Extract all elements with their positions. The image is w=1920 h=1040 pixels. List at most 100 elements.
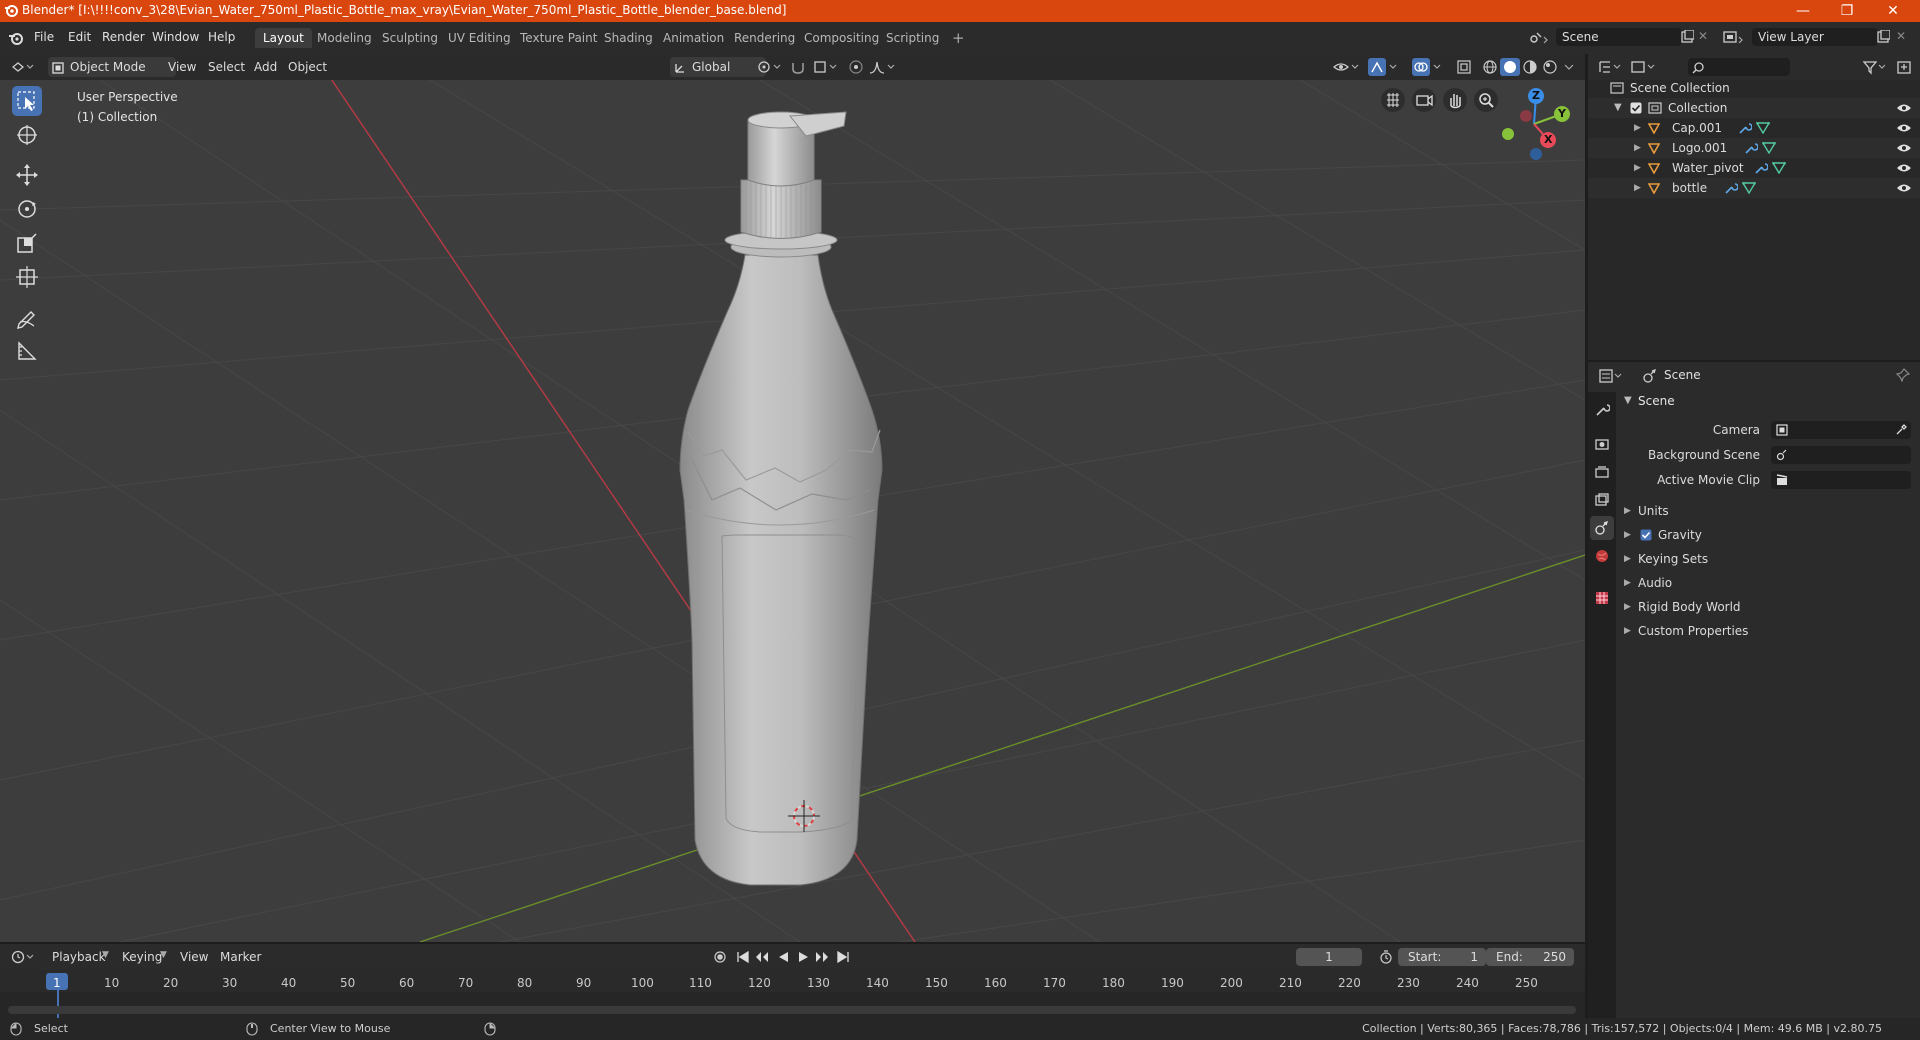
rigid-body-world-panel-header[interactable]: ▶ Rigid Body World (1624, 596, 1914, 618)
background-scene-field[interactable] (1771, 446, 1911, 464)
marker-menu[interactable]: Marker (220, 947, 261, 967)
mesh-data-icon[interactable] (1756, 122, 1770, 134)
expand-units-icon[interactable]: ▶ (1624, 500, 1631, 522)
gravity-checkbox-icon[interactable] (1640, 529, 1652, 541)
camera-view-button[interactable] (1412, 88, 1436, 112)
proportional-falloff-icon[interactable] (868, 59, 898, 75)
scene-panel-header[interactable]: ▼ Scene (1624, 390, 1914, 412)
outliner-row-cap[interactable]: ▶ Cap.001 (1588, 118, 1920, 138)
delete-scene-icon[interactable]: ✕ (1698, 29, 1708, 43)
menu-file[interactable]: File (34, 30, 54, 44)
preview-range-stopwatch-icon[interactable] (1378, 950, 1394, 964)
modifier-wrench-icon[interactable] (1744, 142, 1758, 154)
output-tab-icon[interactable] (1594, 464, 1610, 480)
snap-icon[interactable] (790, 59, 806, 75)
play-reverse-icon[interactable] (776, 950, 790, 964)
object-menu[interactable]: Object (288, 57, 327, 77)
gravity-panel-header[interactable]: ▶ Gravity (1624, 524, 1914, 546)
delete-view-layer-icon[interactable]: ✕ (1896, 29, 1906, 43)
filter-icon[interactable] (1862, 59, 1890, 75)
gizmo-toggle-icon[interactable] (1368, 58, 1400, 76)
timeline-view-menu[interactable]: View (180, 947, 208, 967)
restore-button[interactable]: ❐ (1832, 2, 1862, 20)
shading-wireframe-icon[interactable] (1482, 59, 1498, 75)
play-icon[interactable] (796, 950, 810, 964)
zoom-view-button[interactable] (1474, 88, 1498, 112)
texture-tab-icon[interactable] (1594, 590, 1610, 606)
auto-keying-record-icon[interactable] (712, 950, 728, 964)
outliner-row-bottle[interactable]: ▶ bottle (1588, 178, 1920, 198)
tab-layout[interactable]: Layout (255, 28, 312, 48)
render-tab-icon[interactable] (1594, 436, 1610, 452)
3d-viewport[interactable]: User Perspective (1) Collection Z Y X (0, 80, 1585, 942)
visibility-eye-icon[interactable] (1896, 123, 1912, 133)
blender-menu-icon[interactable] (8, 31, 24, 45)
select-box-tool[interactable] (12, 86, 42, 116)
cursor-tool[interactable] (12, 120, 42, 150)
tab-shading[interactable]: Shading (596, 28, 661, 48)
expand-bottle-icon[interactable]: ▶ (1634, 178, 1641, 198)
mode-dropdown[interactable]: Object Mode (48, 57, 176, 77)
view-menu[interactable]: View (168, 57, 196, 77)
units-panel-header[interactable]: ▶ Units (1624, 500, 1914, 522)
jump-to-end-icon[interactable] (836, 950, 850, 964)
view-layer-name-field[interactable]: View Layer (1752, 28, 1878, 46)
visibility-eye-icon[interactable] (1896, 143, 1912, 153)
view-layer-tab-icon[interactable] (1594, 492, 1610, 508)
close-button[interactable]: ✕ (1878, 2, 1908, 20)
xray-toggle-icon[interactable] (1456, 59, 1472, 75)
timeline-scrollbar[interactable] (8, 1006, 1576, 1014)
mesh-data-icon[interactable] (1742, 182, 1756, 194)
tab-sculpting[interactable]: Sculpting (374, 28, 446, 48)
custom-properties-panel-header[interactable]: ▶ Custom Properties (1624, 620, 1914, 642)
transform-tool[interactable] (12, 262, 42, 292)
pivot-point-icon[interactable] (756, 59, 784, 75)
outliner-row-water-pivot[interactable]: ▶ Water_pivot (1588, 158, 1920, 178)
outliner-row-logo[interactable]: ▶ Logo.001 (1588, 138, 1920, 158)
playback-menu[interactable]: Playback (52, 947, 106, 967)
bottle-model[interactable] (679, 111, 883, 886)
outliner-row-collection[interactable]: ▼ Collection (1588, 98, 1920, 118)
modifier-wrench-icon[interactable] (1738, 122, 1752, 134)
tool-tab-icon[interactable] (1594, 402, 1610, 418)
proportional-editing-icon[interactable] (848, 59, 864, 75)
expand-collection-icon[interactable]: ▼ (1614, 98, 1622, 118)
mesh-data-icon[interactable] (1762, 142, 1776, 154)
shading-options-icon[interactable] (1562, 59, 1576, 75)
current-frame-field[interactable]: 1 (1296, 948, 1362, 966)
modifier-wrench-icon[interactable] (1724, 182, 1738, 194)
eyedropper-icon[interactable] (1895, 424, 1907, 436)
audio-panel-header[interactable]: ▶ Audio (1624, 572, 1914, 594)
visibility-eye-icon[interactable] (1896, 183, 1912, 193)
expand-cap-icon[interactable]: ▶ (1634, 118, 1641, 138)
modifier-wrench-icon[interactable] (1754, 162, 1768, 174)
properties-editor-icon[interactable] (1598, 368, 1626, 384)
outliner-row-scene-collection[interactable]: Scene Collection (1588, 78, 1920, 98)
expand-rigid-body-icon[interactable]: ▶ (1624, 596, 1631, 618)
overlays-toggle-icon[interactable] (1412, 58, 1444, 76)
shading-material-icon[interactable] (1522, 59, 1538, 75)
view-layer-selector-icon[interactable] (1722, 29, 1746, 47)
menu-render[interactable]: Render (102, 30, 145, 44)
tab-texture-paint[interactable]: Texture Paint (512, 28, 605, 48)
measure-tool[interactable] (12, 336, 42, 366)
outliner-editor-icon[interactable] (1598, 59, 1626, 75)
tab-scripting[interactable]: Scripting (878, 28, 947, 48)
keying-dropdown-icon[interactable]: ▼ (160, 950, 167, 960)
minimize-button[interactable]: — (1788, 2, 1818, 20)
expand-audio-icon[interactable]: ▶ (1624, 572, 1631, 594)
mesh-data-icon[interactable] (1772, 162, 1786, 174)
annotate-tool[interactable] (12, 302, 42, 332)
jump-to-start-icon[interactable] (736, 950, 750, 964)
scene-tab[interactable] (1590, 516, 1614, 540)
keying-sets-panel-header[interactable]: ▶ Keying Sets (1624, 548, 1914, 570)
pan-view-button[interactable] (1443, 88, 1467, 112)
add-menu[interactable]: Add (254, 57, 277, 77)
new-scene-icon[interactable] (1680, 30, 1694, 44)
editor-type-3d-icon[interactable] (10, 59, 36, 75)
end-frame-field[interactable]: End: 250 (1486, 948, 1574, 966)
scene-selector-icon[interactable] (1528, 29, 1550, 47)
visibility-options-icon[interactable] (1332, 59, 1362, 75)
tab-uv-editing[interactable]: UV Editing (440, 28, 519, 48)
playback-dropdown-icon[interactable]: ▼ (102, 950, 109, 960)
